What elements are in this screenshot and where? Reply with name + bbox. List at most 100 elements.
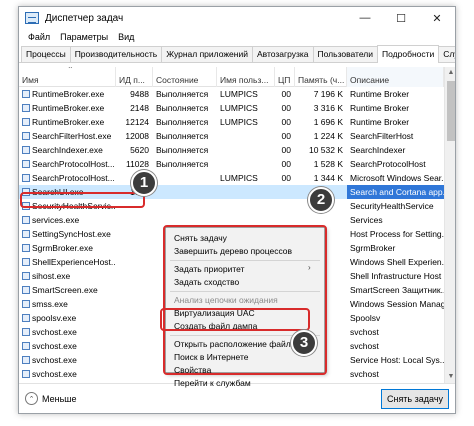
highlight-open-file-location: [160, 308, 310, 331]
process-icon: [22, 146, 30, 154]
tab-3[interactable]: Автозагрузка: [251, 46, 314, 62]
process-icon: [22, 342, 30, 350]
cell-state: Выполняется: [153, 115, 217, 129]
cell-pid: [116, 269, 153, 283]
cell-text-state: Выполняется: [156, 159, 209, 169]
cell-text-cpu: 00: [281, 173, 291, 183]
context-menu-item[interactable]: Перейти к службам: [174, 377, 251, 389]
cell-cpu: 00: [275, 157, 295, 171]
cell-pid: 9488: [116, 87, 153, 101]
cell-name: RuntimeBroker.exe: [19, 87, 116, 101]
cell-state: Выполняется: [153, 143, 217, 157]
column-header-state[interactable]: Состояние: [153, 67, 217, 87]
tab-6[interactable]: Службы: [438, 46, 455, 62]
tab-0[interactable]: Процессы: [21, 46, 71, 62]
table-row[interactable]: RuntimeBroker.exe 2148 Выполняется LUMPICS 0…: [19, 101, 455, 115]
cell-text-cpu: 00: [281, 117, 291, 127]
cell-desc: SecurityHealthService: [347, 199, 444, 213]
cell-desc: Service Host: Local Sys...: [347, 353, 444, 367]
column-header-name[interactable]: Имя: [19, 67, 116, 87]
table-row[interactable]: SearchIndexer.exe 5620 Выполняется 00 10 532…: [19, 143, 455, 157]
menu-file[interactable]: Файл: [23, 32, 55, 42]
cell-text-name: SearchProtocolHost...: [32, 159, 115, 169]
cell-text-desc: svchost: [350, 327, 379, 337]
cell-text-desc: Search and Cortana app...: [350, 187, 444, 197]
cell-name: services.exe: [19, 213, 116, 227]
process-icon: [22, 300, 30, 308]
vertical-scrollbar[interactable]: ▲ ▼: [444, 67, 455, 383]
cell-desc: SgrmBroker: [347, 241, 444, 255]
table-row[interactable]: RuntimeBroker.exe 9488 Выполняется LUMPICS 0…: [19, 87, 455, 101]
cell-text-name: RuntimeBroker.exe: [32, 117, 105, 127]
scroll-up-icon[interactable]: ▲: [445, 67, 455, 79]
tab-4[interactable]: Пользователи: [312, 46, 379, 62]
cell-pid: 12008: [116, 129, 153, 143]
minimize-button[interactable]: —: [347, 7, 383, 29]
highlight-selected-process: [20, 192, 145, 208]
cell-text-mem: 1 344 K: [313, 173, 343, 183]
cell-text-pid: 11028: [125, 159, 149, 169]
table-row[interactable]: RuntimeBroker.exe 12124 Выполняется LUMPICS…: [19, 115, 455, 129]
cell-desc: Search and Cortana app...: [347, 185, 444, 199]
cell-text-desc: Services: [350, 215, 383, 225]
tab-5[interactable]: Подробности: [377, 45, 440, 63]
cell-text-pid: 5620: [130, 145, 149, 155]
cell-mem: 1 696 K: [295, 115, 347, 129]
cell-text-name: smss.exe: [32, 299, 68, 309]
cell-desc: Windows Session Manager: [347, 297, 444, 311]
cell-name: SearchIndexer.exe: [19, 143, 116, 157]
cell-text-cpu: 00: [281, 103, 291, 113]
table-row[interactable]: SearchProtocolHost... LUMPICS 00 1 344 K Mic…: [19, 171, 455, 185]
close-button[interactable]: ✕: [419, 7, 455, 29]
menu-view[interactable]: Вид: [113, 32, 139, 42]
cell-name: SearchFilterHost.exe: [19, 129, 116, 143]
process-icon: [22, 258, 30, 266]
fewer-details-label: Меньше: [42, 393, 77, 404]
menu-options[interactable]: Параметры: [55, 32, 113, 42]
end-task-button[interactable]: Снять задачу: [381, 389, 449, 409]
cell-name: SgrmBroker.exe: [19, 241, 116, 255]
cell-desc: Shell Infrastructure Host: [347, 269, 444, 283]
column-header-pid[interactable]: ИД п...: [116, 67, 153, 87]
cell-name: svchost.exe: [19, 339, 116, 353]
cell-user: LUMPICS: [217, 101, 275, 115]
column-header-description[interactable]: Описание: [347, 67, 444, 87]
column-header-memory[interactable]: Память (ч...: [295, 67, 347, 87]
fewer-details-button[interactable]: ⌃ Меньше: [25, 392, 77, 405]
tab-2[interactable]: Журнал приложений: [161, 46, 253, 62]
process-icon: [22, 314, 30, 322]
cell-user: [217, 129, 275, 143]
process-icon: [22, 118, 30, 126]
cell-desc: SmartScreen Защитник...: [347, 283, 444, 297]
cell-text-desc: svchost: [350, 369, 379, 379]
menu-bar: Файл Параметры Вид: [19, 29, 455, 45]
cell-text-desc: Spoolsv: [350, 313, 381, 323]
cell-mem: 1 344 K: [295, 171, 347, 185]
scrollbar-thumb[interactable]: [447, 81, 455, 141]
cell-text-name: ShellExperienceHost...: [32, 257, 116, 267]
cell-text-pid: 12008: [125, 131, 149, 141]
tab-1[interactable]: Производительность: [69, 46, 163, 62]
column-header-user[interactable]: Имя польз...: [217, 67, 275, 87]
cell-user: LUMPICS: [217, 171, 275, 185]
cell-pid: [116, 213, 153, 227]
scroll-down-icon[interactable]: ▼: [445, 371, 455, 383]
process-icon: [22, 174, 30, 182]
maximize-button[interactable]: ☐: [383, 7, 419, 29]
cell-text-desc: SearchProtocolHost: [350, 159, 426, 169]
cell-text-desc: SmartScreen Защитник...: [350, 285, 444, 295]
cell-pid: 11028: [116, 157, 153, 171]
cell-cpu: 00: [275, 87, 295, 101]
table-row[interactable]: SearchProtocolHost... 11028 Выполняется 00 1…: [19, 157, 455, 171]
cell-text-name: spoolsv.exe: [32, 313, 77, 323]
process-icon: [22, 90, 30, 98]
cell-text-name: svchost.exe: [32, 341, 77, 351]
cell-text-desc: svchost: [350, 341, 379, 351]
cell-text-user: LUMPICS: [220, 103, 258, 113]
cell-text-name: SearchFilterHost.exe: [32, 131, 112, 141]
column-header-cpu[interactable]: ЦП: [275, 67, 295, 87]
cell-mem: 10 532 K: [295, 143, 347, 157]
cell-text-desc: Runtime Broker: [350, 117, 410, 127]
cell-text-pid: 12124: [125, 117, 149, 127]
table-row[interactable]: SearchFilterHost.exe 12008 Выполняется 00 1 …: [19, 129, 455, 143]
